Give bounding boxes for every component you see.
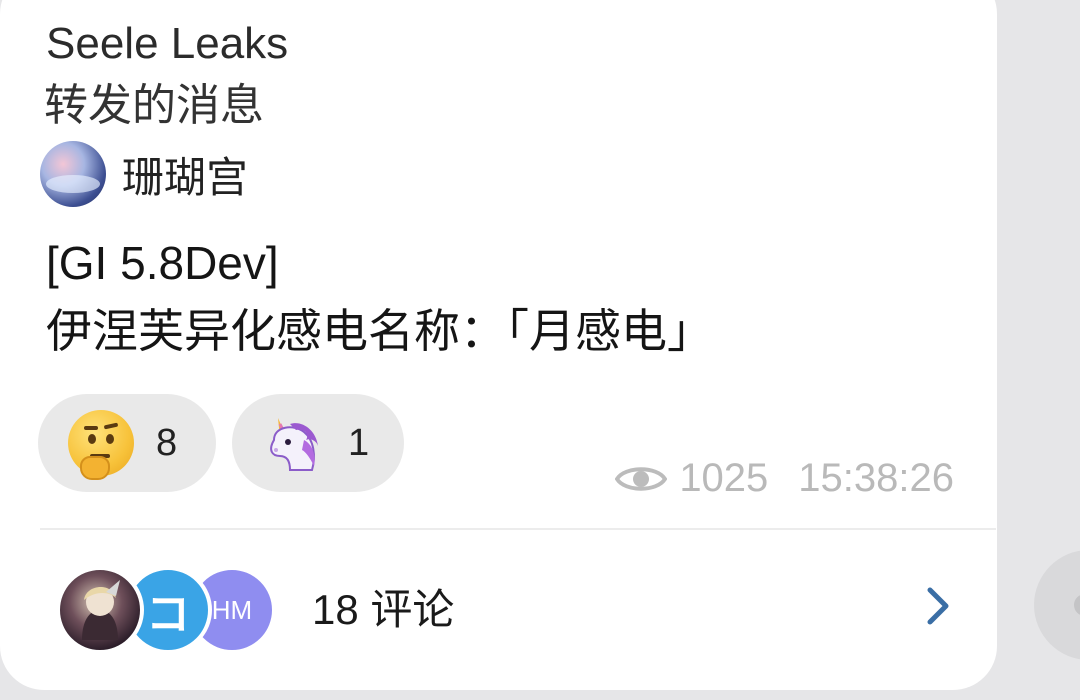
source-name[interactable]: 珊瑚宫 bbox=[122, 144, 248, 205]
unicorn-icon bbox=[260, 410, 326, 476]
message-text-line: 伊涅芙异化感电名称：「月感电」 bbox=[46, 305, 713, 357]
forward-source[interactable]: 珊瑚宫 bbox=[40, 140, 248, 208]
comment-count: 18 评论 bbox=[312, 585, 455, 633]
reaction-count: 1 bbox=[348, 421, 370, 464]
thinking-face-icon bbox=[68, 410, 134, 480]
eye-icon bbox=[615, 466, 668, 491]
reaction-thinking[interactable]: 8 bbox=[38, 394, 216, 492]
chevron-right-icon bbox=[927, 587, 949, 625]
divider bbox=[40, 528, 996, 530]
share-button[interactable] bbox=[1034, 550, 1080, 660]
chat-view: Seele Leaks 转发的消息 珊瑚宫 [GI 5.8Dev] 伊涅芙异化感… bbox=[0, 0, 1080, 700]
channel-name[interactable]: Seele Leaks bbox=[46, 22, 288, 66]
commenter-avatars: HM コ bbox=[56, 558, 286, 654]
reaction-unicorn[interactable]: 1 bbox=[232, 394, 404, 492]
avatar bbox=[56, 566, 144, 654]
comments-button[interactable]: HM コ 18 评论 bbox=[56, 558, 956, 654]
message-text-line: [GI 5.8Dev] bbox=[46, 237, 279, 289]
forwarded-label: 转发的消息 bbox=[44, 81, 264, 130]
reaction-count: 8 bbox=[156, 421, 178, 464]
message-time: 15:38:26 bbox=[798, 456, 954, 500]
source-avatar[interactable] bbox=[40, 141, 106, 207]
view-count: 1025 bbox=[679, 456, 769, 500]
message-meta: 1025 15:38:26 bbox=[615, 456, 954, 501]
